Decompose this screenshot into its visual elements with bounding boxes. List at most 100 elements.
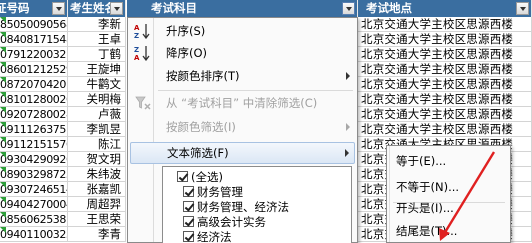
- svg-text:Z: Z: [134, 32, 139, 39]
- list-item[interactable]: 财务管理: [183, 185, 243, 200]
- cell-exam-id[interactable]: 08903298723: [0, 167, 68, 182]
- menu-clear-filter-label: 从 “考试科目” 中清除筛选(C): [166, 96, 318, 110]
- error-marker-icon: [0, 47, 6, 53]
- menu-text-filter[interactable]: 文本筛选(F): [130, 142, 355, 164]
- cell-exam-place[interactable]: 北京交通大学主校区思源西楼: [358, 47, 532, 62]
- clear-filter-icon: [135, 96, 151, 110]
- column-header-subject[interactable]: 考试科目: [127, 0, 358, 17]
- filter-dropdown-place[interactable]: [516, 2, 529, 15]
- cell-student-name[interactable]: 朱纬波: [68, 167, 126, 182]
- submenu-not-equals[interactable]: 不等于(N)...: [391, 176, 507, 198]
- list-item[interactable]: 高级会计实务: [183, 215, 266, 230]
- filter-dropdown-id[interactable]: [52, 2, 65, 15]
- error-marker-icon: [0, 62, 6, 68]
- cell-exam-id[interactable]: 08720704201: [0, 77, 68, 92]
- cell-exam-place[interactable]: 北京交通大学主校区思源西楼: [358, 107, 532, 122]
- list-item-label: (全选): [191, 170, 223, 184]
- list-item-label: 财务管理、经济法: [197, 200, 289, 214]
- error-marker-icon: [0, 197, 6, 203]
- error-marker-icon: [0, 167, 6, 173]
- cell-exam-place[interactable]: 北京交通大学主校区思源西楼: [358, 17, 532, 32]
- list-item-label: 经济法: [197, 230, 232, 243]
- cell-exam-id[interactable]: 85050090568: [0, 17, 68, 32]
- list-item[interactable]: 经济法: [183, 230, 232, 243]
- list-item-label: 高级会计实务: [197, 215, 266, 229]
- cell-student-name[interactable]: 关明梅: [68, 92, 126, 107]
- error-marker-icon: [0, 107, 6, 113]
- cell-exam-id[interactable]: 09304290926: [0, 152, 68, 167]
- cell-student-name[interactable]: 李凯昱: [68, 122, 126, 137]
- svg-text:A: A: [134, 24, 140, 32]
- filter-dropdown-name[interactable]: [110, 2, 123, 15]
- error-marker-icon: [0, 182, 6, 188]
- menu-sort-ascending-label: 升序(S): [166, 24, 206, 38]
- menu-sort-descending[interactable]: Z A 降序(O): [130, 42, 355, 64]
- submenu-not-equals-label: 不等于(N)...: [396, 180, 460, 194]
- submenu-ends-with-label: 结尾是(T)...: [396, 224, 458, 238]
- menu-clear-filter: 从 “考试科目” 中清除筛选(C): [130, 92, 355, 114]
- cell-student-name[interactable]: 陈江: [68, 137, 126, 152]
- cell-exam-id[interactable]: 07912200321: [0, 47, 68, 62]
- cell-student-name[interactable]: 丁鹤: [68, 47, 126, 62]
- error-marker-icon: [0, 32, 6, 38]
- error-marker-icon: [0, 122, 6, 128]
- submenu-equals[interactable]: 等于(E)...: [391, 150, 507, 172]
- column-header-id-label: 准考证号码: [0, 1, 30, 15]
- cell-exam-place[interactable]: 北京交通大学主校区思源西楼: [358, 122, 532, 137]
- menu-sort-ascending[interactable]: A Z 升序(S): [130, 20, 355, 42]
- cell-exam-id[interactable]: 09111263751: [0, 122, 68, 137]
- column-header-place[interactable]: 考试地点: [358, 0, 532, 17]
- menu-filter-by-color-label: 按颜色筛选(I): [166, 120, 236, 134]
- checkbox-checked-icon[interactable]: [183, 186, 194, 197]
- cell-student-name[interactable]: 王思荣: [68, 212, 126, 227]
- submenu-ends-with[interactable]: 结尾是(T)...: [391, 220, 507, 242]
- error-marker-icon: [0, 137, 6, 143]
- menu-sort-by-color-label: 按颜色排序(T): [166, 69, 240, 83]
- sort-ascending-icon: A Z: [134, 24, 150, 39]
- cell-student-name[interactable]: 李新: [68, 17, 126, 32]
- filter-dropdown-subject[interactable]: [342, 2, 355, 15]
- cell-exam-id[interactable]: 08101280026: [0, 92, 68, 107]
- cell-exam-id[interactable]: 09307246514: [0, 182, 68, 197]
- cell-exam-id[interactable]: 09401100323: [0, 227, 68, 242]
- cell-student-name[interactable]: 王卓: [68, 32, 126, 47]
- menu-sort-by-color[interactable]: 按颜色排序(T): [130, 65, 355, 87]
- cell-exam-id[interactable]: 09112151576: [0, 137, 68, 152]
- list-item-label: 财务管理: [197, 185, 243, 199]
- cell-exam-place[interactable]: 北京交通大学主校区思源西楼: [358, 77, 532, 92]
- cell-student-name[interactable]: 周超羿: [68, 197, 126, 212]
- error-marker-icon: [0, 227, 6, 233]
- error-marker-icon: [0, 92, 6, 98]
- cell-exam-id[interactable]: 09207280028: [0, 107, 68, 122]
- menu-sort-descending-label: 降序(O): [166, 46, 208, 60]
- list-item-select-all[interactable]: (全选): [177, 170, 223, 185]
- cell-student-name[interactable]: 李青: [68, 227, 126, 242]
- checkbox-checked-icon[interactable]: [177, 171, 188, 182]
- cell-student-name[interactable]: 牛鹳文: [68, 77, 126, 92]
- cell-student-name[interactable]: 王旋坤: [68, 62, 126, 77]
- filter-value-list[interactable]: (全选) 财务管理 财务管理、经济法 高级会计实务 经济法: [162, 166, 352, 243]
- list-item[interactable]: 财务管理、经济法: [183, 200, 289, 215]
- column-header-name[interactable]: 考生姓名: [68, 0, 126, 17]
- cell-exam-place[interactable]: 北京交通大学主校区思源西楼: [358, 62, 532, 77]
- cell-exam-place[interactable]: 北京交通大学主校区思源西楼: [358, 32, 532, 47]
- column-header-subject-label: 考试科目: [151, 1, 197, 15]
- checkbox-checked-icon[interactable]: [183, 231, 194, 242]
- checkbox-checked-icon[interactable]: [183, 216, 194, 227]
- column-header-id[interactable]: 准考证号码: [0, 0, 68, 17]
- cell-student-name[interactable]: 贺文玥: [68, 152, 126, 167]
- cell-exam-id[interactable]: 09404270004X: [0, 197, 68, 212]
- cell-student-name[interactable]: 卢薇: [68, 107, 126, 122]
- cell-exam-id[interactable]: 08601212529: [0, 62, 68, 77]
- filter-menu: A Z 升序(S) Z A 降序(O) 按颜色排序(T) 从 “考试科目” 中清…: [127, 17, 358, 243]
- checkbox-checked-icon[interactable]: [183, 201, 194, 212]
- menu-separator: [158, 90, 353, 91]
- svg-text:Z: Z: [134, 46, 139, 54]
- cell-exam-id[interactable]: 08560625381X: [0, 212, 68, 227]
- cell-exam-place[interactable]: 北京交通大学主校区思源西楼: [358, 92, 532, 107]
- submenu-begins-with[interactable]: 开头是(I)...: [391, 197, 507, 219]
- submenu-arrow-icon: [346, 123, 350, 131]
- cell-student-name[interactable]: 张嘉凯: [68, 182, 126, 197]
- cell-exam-id[interactable]: 08408171548: [0, 32, 68, 47]
- sort-descending-icon: Z A: [134, 46, 150, 61]
